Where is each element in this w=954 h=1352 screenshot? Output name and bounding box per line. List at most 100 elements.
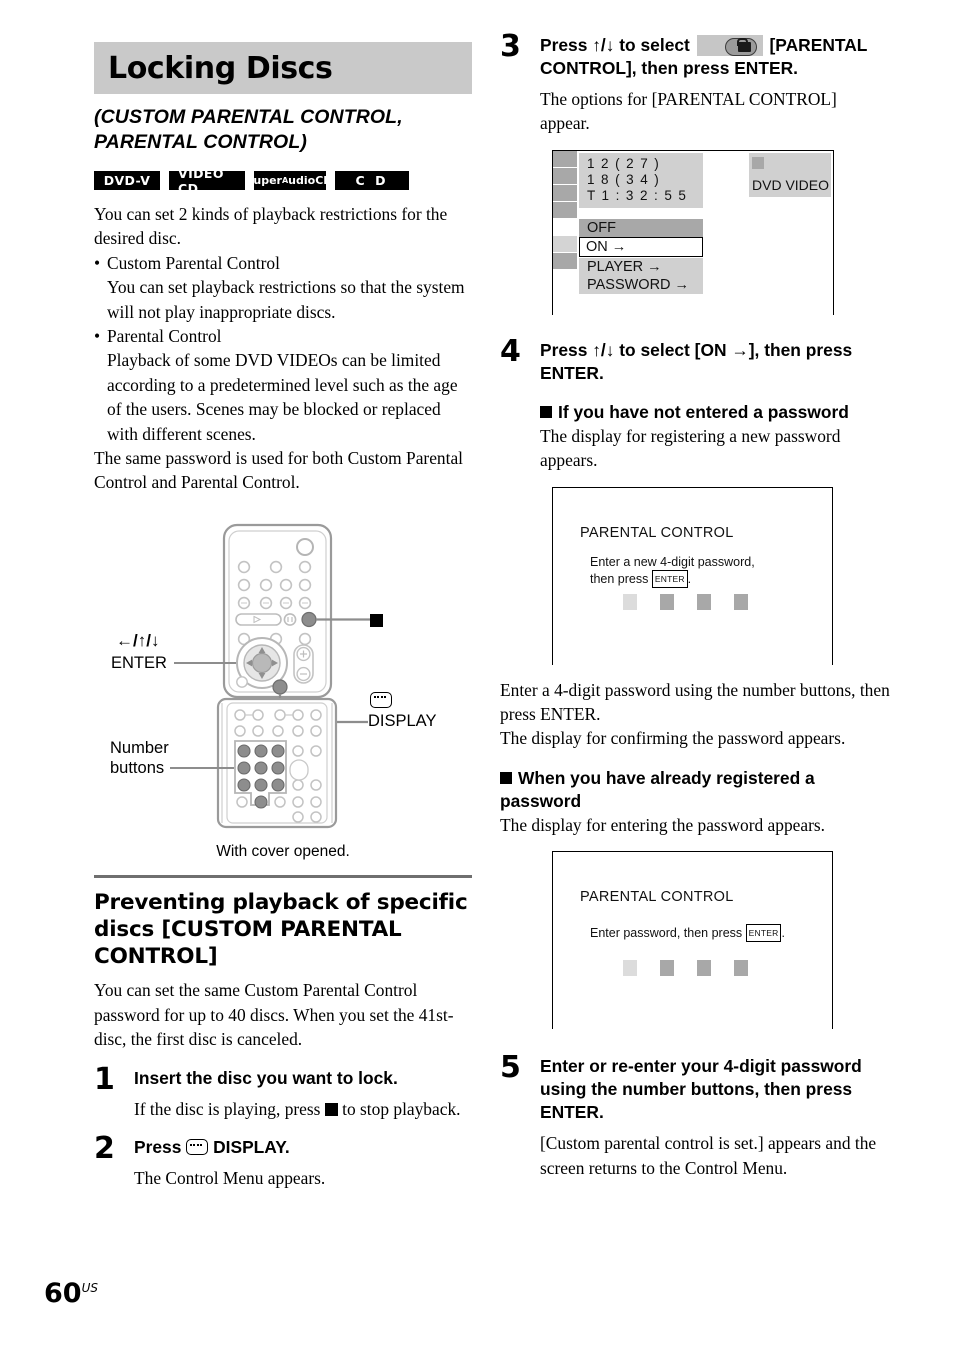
password-digit-box[interactable] <box>697 593 711 610</box>
bullet-1-body: You can set playback restrictions so tha… <box>107 277 465 322</box>
dialog-new-password-digit-boxes[interactable] <box>623 593 748 610</box>
disc-format-badges: DVD-V VIDEO CD Super Audio CD C D <box>94 166 472 196</box>
osd-playback-info: 1 2 ( 2 7 ) 1 8 ( 3 4 ) T 1 : 3 2 : 5 5 <box>579 152 703 208</box>
step-1-number: 1 <box>94 1061 115 1097</box>
badge-dvd-v: DVD-V <box>94 171 160 190</box>
step-1-body-before: If the disc is playing, press <box>134 1098 321 1119</box>
osd-option-password[interactable]: PASSWORD → <box>579 275 703 294</box>
enter-key-icon: ENTER <box>651 569 688 588</box>
password-digit-box[interactable] <box>697 960 711 977</box>
step-1: 1 Insert the disc you want to lock. If t… <box>94 1061 472 1121</box>
display-icon <box>186 1139 209 1155</box>
dialog-enter-password-message: Enter password, then press ENTER. <box>590 924 785 943</box>
step-4-block-2-heading: When you have already registered a passw… <box>500 767 815 811</box>
remote-label-number-buttons-1: Number <box>110 738 169 757</box>
password-digit-box[interactable] <box>734 593 748 610</box>
dialog-new-password-line-2: then press <box>590 571 649 586</box>
step-5-number: 5 <box>500 1050 521 1086</box>
step-5-body: [Custom parental control is set.] appear… <box>540 1133 877 1178</box>
osd-icon-slot <box>553 218 577 236</box>
step-1-body: If the disc is playing, press to stop pl… <box>134 1097 472 1121</box>
password-digit-box[interactable] <box>660 593 674 610</box>
chapter-title-bar: Locking Discs <box>94 42 472 94</box>
step-4-block-2-body: The display for entering the password ap… <box>500 814 826 835</box>
remote-label-arrows: ←/↑/↓ <box>116 630 160 650</box>
password-digit-box[interactable] <box>734 960 748 977</box>
step-3-heading: Press ↑/↓ to select [PARENTAL CONTROL], … <box>540 34 890 80</box>
page-number-suffix: US <box>81 1281 98 1295</box>
dialog-new-password: PARENTAL CONTROL Enter a new 4-digit pas… <box>552 486 833 665</box>
display-icon <box>370 691 392 708</box>
badge-video-cd: VIDEO CD <box>169 166 245 196</box>
dialog-enter-password-title: PARENTAL CONTROL <box>580 889 734 906</box>
step-4-block-1-body: The display for registering a new passwo… <box>540 425 841 471</box>
bullet-dot-icon: • <box>94 326 101 347</box>
osd-option-player[interactable]: PLAYER → <box>579 257 703 276</box>
manual-page: Locking Discs (CUSTOM PARENTAL CONTROL, … <box>0 0 954 1352</box>
stop-icon <box>370 613 383 627</box>
password-digit-box[interactable] <box>623 960 637 977</box>
remote-label-stop <box>370 611 383 631</box>
osd-option-on[interactable]: ON → <box>579 236 703 257</box>
dialog-enter-password-text: Enter password, then press <box>590 926 743 941</box>
osd-icon-column <box>553 150 577 270</box>
dialog-new-password-title: PARENTAL CONTROL <box>580 524 734 541</box>
page-number: 60US <box>44 1278 98 1309</box>
bullet-dot-icon: • <box>94 252 101 273</box>
page-title: Locking Discs <box>108 50 333 86</box>
osd-icon-slot <box>553 167 577 185</box>
step-2-body: The Control Menu appears. <box>134 1168 326 1188</box>
badge-cd: C D <box>335 171 409 190</box>
section-heading: Preventing playback of specific discs [C… <box>94 890 468 970</box>
osd-disc-type-label: DVD VIDEO <box>752 176 830 193</box>
password-digit-box[interactable] <box>623 593 637 610</box>
parental-control-lock-icon <box>696 35 763 56</box>
step-5-heading: Enter or re-enter your 4-digit password … <box>540 1056 862 1123</box>
step-4-after-dialog-1: Enter a 4-digit password using the numbe… <box>500 679 890 725</box>
badge-super-audio-cd: Super Audio CD <box>248 171 332 190</box>
step-1-heading: Insert the disc you want to lock. <box>134 1067 398 1088</box>
osd-disc-type: DVD VIDEO <box>749 152 831 197</box>
dialog-enter-password: PARENTAL CONTROL Enter password, then pr… <box>552 851 833 1030</box>
intro-text: You can set 2 kinds of playback restrict… <box>94 202 472 495</box>
osd-icon-slot <box>553 184 577 202</box>
section-divider <box>94 874 472 879</box>
remote-caption: With cover opened. <box>216 842 350 860</box>
remote-control-drawing <box>170 523 374 828</box>
osd-icon-slot <box>553 252 577 270</box>
osd-option-off[interactable]: OFF <box>579 218 703 237</box>
step-2-heading-after: DISPLAY. <box>213 1137 290 1157</box>
osd-stop-icon <box>752 156 764 169</box>
intro-bullet-2: • Parental Control <box>94 324 472 348</box>
dialog-enter-password-period: . <box>781 926 785 941</box>
password-digit-box[interactable] <box>660 960 674 977</box>
section-intro: You can set the same Custom Parental Con… <box>94 980 454 1050</box>
remote-label-enter: ENTER <box>111 653 167 672</box>
chapter-subtitle: (CUSTOM PARENTAL CONTROL, PARENTAL CONTR… <box>94 106 403 153</box>
step-5: 5 Enter or re-enter your 4-digit passwor… <box>500 1050 890 1180</box>
left-column: Locking Discs (CUSTOM PARENTAL CONTROL, … <box>94 42 472 1190</box>
intro-bullet-1: • Custom Parental Control <box>94 251 472 275</box>
intro-closing: The same password is used for both Custo… <box>94 448 464 493</box>
enter-key-icon: ENTER <box>745 924 782 943</box>
step-4-block-1-heading: If you have not entered a password <box>540 401 890 424</box>
step-4-number: 4 <box>500 333 521 369</box>
page-number-value: 60 <box>44 1278 82 1309</box>
osd-icon-slot-selected <box>553 235 577 253</box>
right-column: 3 Press ↑/↓ to select [PARENTAL CONTROL]… <box>500 29 890 1180</box>
square-bullet-icon <box>500 771 512 784</box>
osd-info-line-1: 1 2 ( 2 7 ) <box>587 155 661 171</box>
osd-info-line-2: 1 8 ( 3 4 ) <box>587 171 661 187</box>
step-2-number: 2 <box>94 1131 115 1166</box>
osd-icon-slot <box>553 201 577 219</box>
bullet-2-body: Playback of some DVD VIDEOs can be limit… <box>107 350 458 444</box>
bullet-1-title: Custom Parental Control <box>107 252 280 273</box>
dialog-enter-password-digit-boxes[interactable] <box>623 960 748 977</box>
step-4-heading: Press ↑/↓ to select [ON →], then press E… <box>540 339 853 383</box>
step-3-number: 3 <box>500 29 521 64</box>
osd-icon-slot <box>553 150 577 168</box>
dialog-new-password-message: Enter a new 4-digit password, then press… <box>590 554 755 588</box>
square-bullet-icon <box>540 405 552 418</box>
step-3-heading-before: Press ↑/↓ to select <box>540 35 690 55</box>
step-2: 2 Press DISPLAY. The Control Menu appear… <box>94 1131 472 1190</box>
